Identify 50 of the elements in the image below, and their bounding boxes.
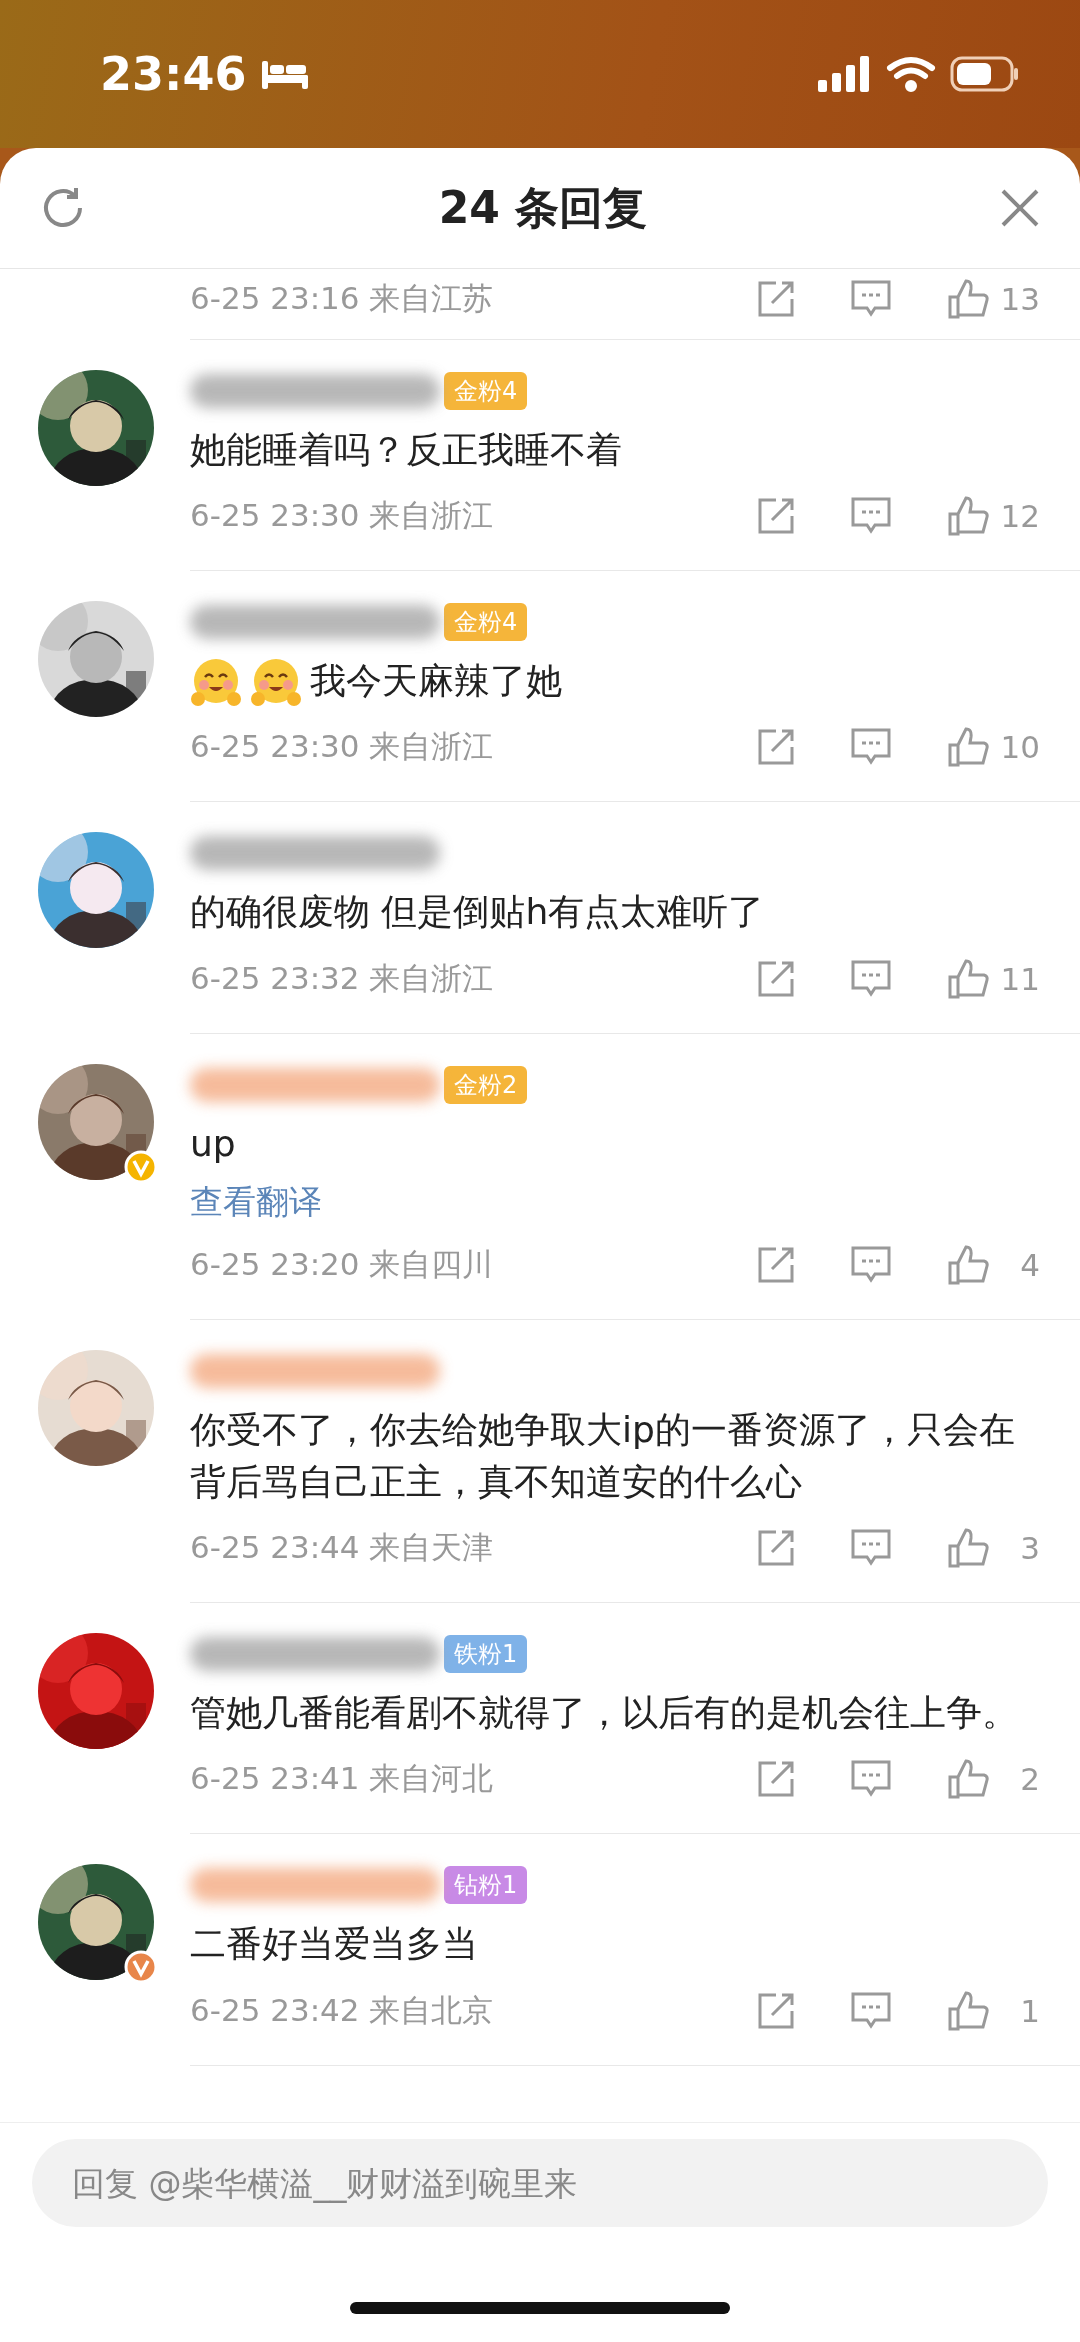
thumbs-up-icon[interactable] [946, 277, 990, 321]
comment-icon[interactable] [850, 1244, 892, 1285]
share-icon[interactable] [756, 1528, 796, 1569]
fan-badge: 铁粉1 [444, 1635, 528, 1674]
signal-icon [818, 56, 872, 92]
comment-meta: 6-25 23:42 来自北京 [190, 1990, 495, 2030]
comment-icon[interactable] [850, 1990, 892, 2031]
like-count: 12 [1000, 498, 1040, 535]
comment-meta: 6-25 23:30 来自浙江 [190, 727, 495, 767]
like-count: 2 [1019, 1761, 1040, 1798]
comment-icon[interactable] [850, 279, 892, 319]
comment-text: up [190, 1121, 236, 1166]
comment-meta: 6-25 23:44 来自天津 [190, 1528, 495, 1568]
share-icon[interactable] [756, 727, 796, 768]
comment-meta: 6-25 23:20 来自四川 [190, 1244, 495, 1284]
like-count: 1 [1019, 1992, 1040, 2029]
comment-text: 她能睡着吗？反正我睡不着 [190, 428, 622, 472]
like-count: 11 [1000, 960, 1040, 997]
like-count: 13 [1000, 281, 1040, 317]
like-count: 3 [1019, 1530, 1040, 1567]
share-icon[interactable] [756, 279, 796, 319]
close-icon[interactable] [1000, 188, 1040, 228]
comment-meta: 6-25 23:32 来自浙江 [190, 958, 495, 998]
status-time: 23:46 [100, 47, 247, 101]
fan-badge: 金粉2 [444, 1065, 528, 1104]
thumbs-up-icon[interactable] [946, 1757, 990, 1802]
thumbs-up-icon[interactable] [946, 725, 990, 770]
comment-meta: 6-25 23:41 来自河北 [190, 1759, 495, 1799]
comment-text: 我今天麻辣了她 [310, 659, 562, 704]
sheet-title: 24 条回复 [437, 180, 649, 235]
wifi-icon [886, 56, 936, 92]
share-icon[interactable] [756, 496, 796, 537]
battery-icon [950, 56, 1020, 92]
reply-field[interactable]: 回复 @柴华横溢__财财溢到碗里来 [32, 2139, 1048, 2227]
comment-text: 管她几番能看剧不就得了，以后有的是机会往上争。 [190, 1691, 1018, 1736]
share-icon[interactable] [756, 1759, 796, 1800]
thumbs-up-icon[interactable] [946, 494, 990, 539]
fan-badge: 金粉4 [444, 372, 528, 410]
fan-badge: 金粉4 [444, 603, 528, 642]
like-count: 4 [1019, 1246, 1040, 1283]
thumbs-up-icon[interactable] [946, 1526, 990, 1571]
comment-meta: 6-25 23:30 来自浙江 [190, 496, 495, 536]
comment-text: 你受不了，你去给她争取大ip的一番资源了，只会在背后骂自己正主，真不知道安的什么心 [190, 1407, 1016, 1504]
comment-text: 二番好当爱当多当 [190, 1922, 478, 1967]
fan-badge: 钻粉1 [444, 1866, 528, 1905]
like-count: 10 [1000, 729, 1040, 766]
comment-icon[interactable] [850, 958, 892, 999]
comment-text: 的确很废物 但是倒贴h有点太难听了 [190, 890, 765, 935]
comment-meta: 6-25 23:16 来自江苏 [190, 279, 495, 318]
translate-link[interactable]: 查看翻译 [190, 1179, 1040, 1225]
